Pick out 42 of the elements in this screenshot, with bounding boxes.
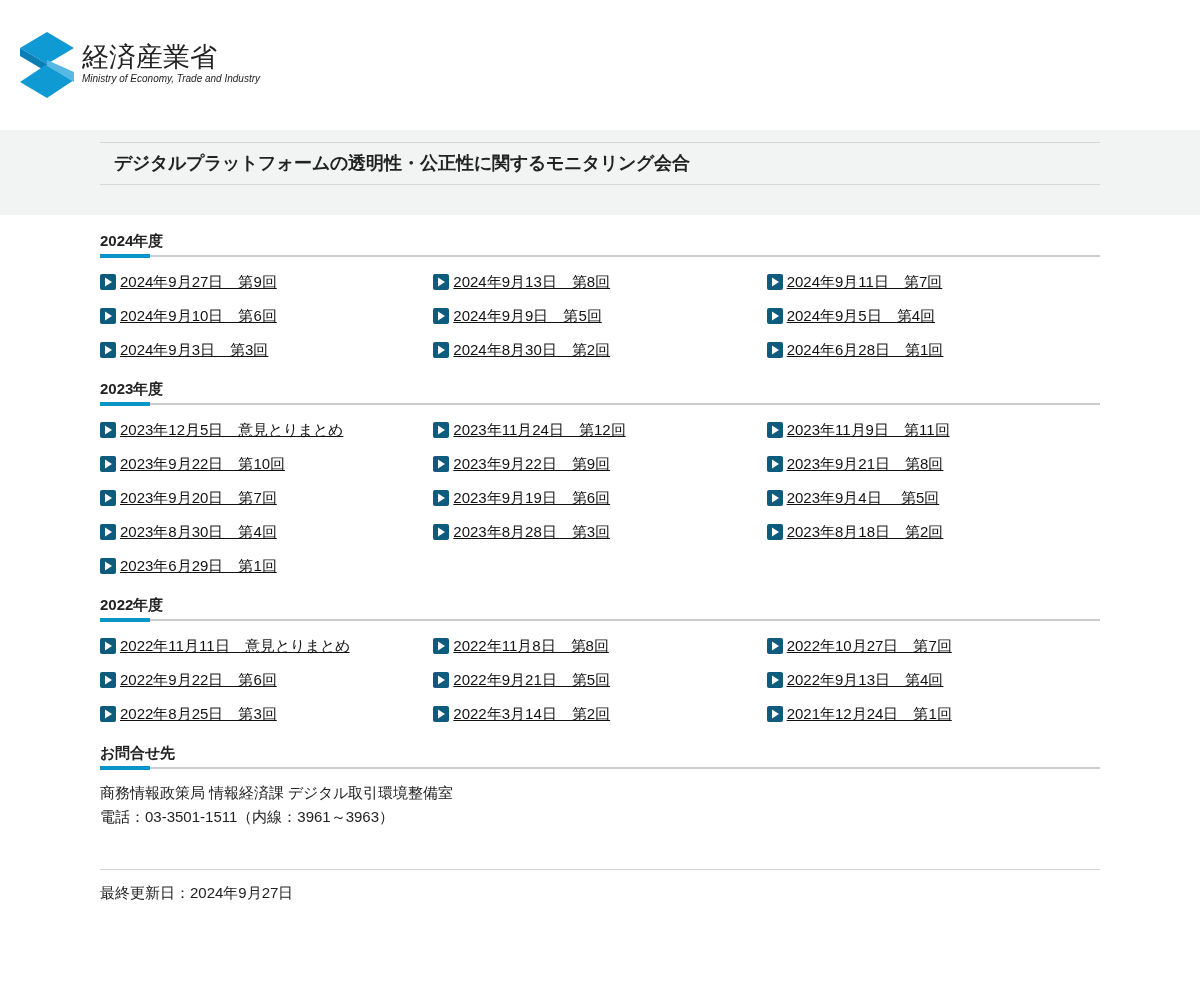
meeting-link[interactable]: 2024年9月5日 第4回: [786, 304, 936, 328]
meeting-link[interactable]: 2022年8月25日 第3回: [120, 702, 277, 726]
section-heading: 2024年度: [100, 231, 165, 251]
section-heading: 2023年度: [100, 379, 165, 399]
logo-name: 経済産業省: [82, 42, 218, 72]
last-updated: 最終更新日：2024年9月27日: [100, 883, 295, 903]
meeting-link[interactable]: 2021年12月24日 第1回: [786, 702, 952, 726]
contact-line: 商務情報政策局 情報経済課 デジタル取引環境整備室: [100, 783, 455, 803]
meeting-link[interactable]: 2023年11月9日 第11回: [786, 418, 950, 442]
meeting-link[interactable]: 2023年8月28日 第3回: [453, 520, 611, 544]
page-title: デジタルプラットフォームの透明性・公正性に関するモニタリング会合: [100, 142, 1100, 185]
meeting-link[interactable]: 2023年9月19日 第6回: [453, 486, 611, 510]
meeting-link[interactable]: 2022年10月27日 第7回: [786, 634, 952, 658]
section-heading: お問合せ先: [100, 743, 176, 763]
logo-icon: [20, 32, 74, 98]
meeting-link[interactable]: 2023年6月29日 第1回: [120, 554, 277, 578]
meeting-link[interactable]: 2023年12月5日 意見とりまとめ: [120, 418, 344, 442]
contact-line: 電話：03-3501-1511（内線：3961～3963）: [100, 807, 396, 827]
meeting-link[interactable]: 2024年9月3日 第3回: [120, 338, 269, 362]
meeting-link[interactable]: 2022年9月13日 第4回: [786, 668, 944, 692]
meeting-link[interactable]: 2023年9月22日 第10回: [120, 452, 286, 476]
meeting-link[interactable]: 2022年9月21日 第5回: [453, 668, 611, 692]
meeting-link[interactable]: 2024年9月9日 第5回: [453, 304, 602, 328]
logo-subtitle: Ministry of Economy, Trade and Industry: [82, 72, 261, 86]
meeting-link[interactable]: 2024年6月28日 第1回: [786, 338, 944, 362]
meeting-link[interactable]: 2023年11月24日 第12回: [453, 418, 626, 442]
meeting-link[interactable]: 2023年9月20日 第7回: [120, 486, 277, 510]
meeting-link[interactable]: 2023年8月18日 第2回: [786, 520, 944, 544]
meeting-link[interactable]: 2024年9月10日 第6回: [120, 304, 277, 328]
meeting-link[interactable]: 2022年9月22日 第6回: [120, 668, 277, 692]
meeting-link[interactable]: 2023年9月22日 第9回: [453, 452, 611, 476]
meeting-link[interactable]: 2022年11月11日 意見とりまとめ: [120, 634, 350, 658]
meeting-link[interactable]: 2023年8月30日 第4回: [120, 520, 277, 544]
meeting-link[interactable]: 2022年11月8日 第8回: [453, 634, 609, 658]
meeting-link[interactable]: 2023年9月21日 第8回: [786, 452, 944, 476]
meeting-link[interactable]: 2023年9月4日 第5回: [786, 486, 940, 510]
meeting-link[interactable]: 2024年9月13日 第8回: [453, 270, 611, 294]
section-heading: 2022年度: [100, 595, 165, 615]
meeting-link[interactable]: 2024年9月11日 第7回: [786, 270, 943, 294]
meeting-link[interactable]: 2024年8月30日 第2回: [453, 338, 611, 362]
meeting-link[interactable]: 2022年3月14日 第2回: [453, 702, 611, 726]
meeting-link[interactable]: 2024年9月27日 第9回: [120, 270, 277, 294]
